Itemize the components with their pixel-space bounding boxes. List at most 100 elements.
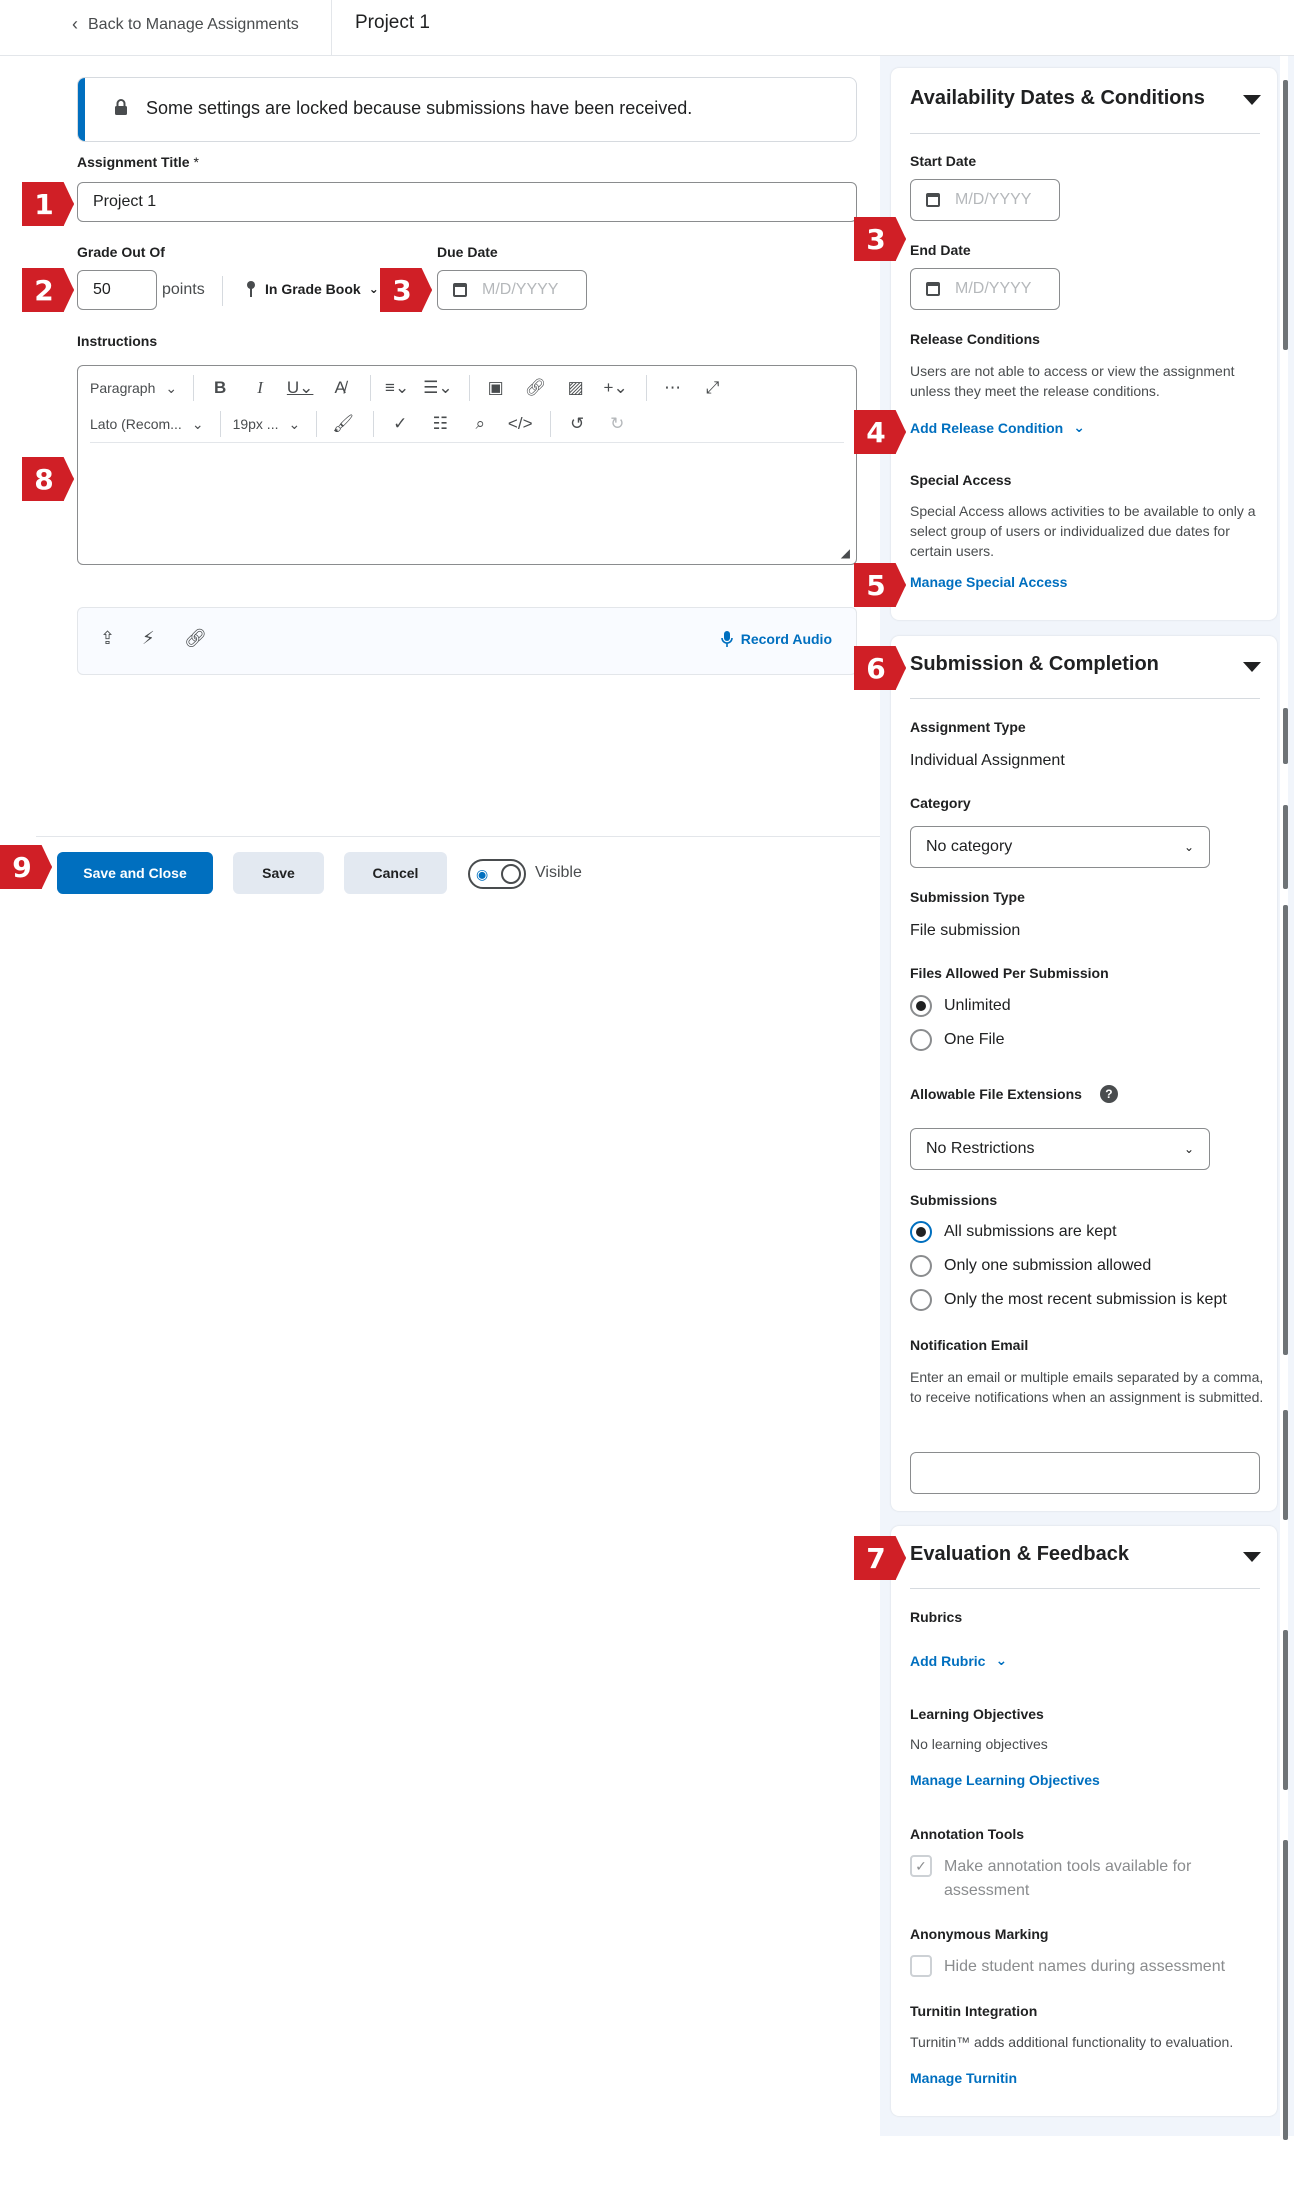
back-to-assignments-link[interactable]: ‹ Back to Manage Assignments bbox=[72, 14, 299, 35]
instructions-label: Instructions bbox=[77, 333, 158, 349]
category-select[interactable]: No category ⌄ bbox=[910, 826, 1210, 868]
italic-icon[interactable]: I bbox=[246, 374, 274, 402]
link-icon[interactable]: 🔗︎ bbox=[184, 628, 207, 649]
radio-button[interactable] bbox=[910, 1029, 932, 1051]
callout-badge-3b: 3 bbox=[854, 217, 906, 261]
grade-out-of-input[interactable]: 50 bbox=[77, 270, 157, 310]
submissions-option-all[interactable]: All submissions are kept bbox=[910, 1221, 1117, 1243]
chevron-down-icon: ⌄ bbox=[1073, 419, 1085, 435]
toolbar-separator bbox=[370, 375, 372, 401]
accessibility-checker-icon[interactable]: ✓ bbox=[386, 410, 414, 438]
radio-button[interactable] bbox=[910, 1255, 932, 1277]
assignment-type-value: Individual Assignment bbox=[910, 752, 1065, 769]
scroll-marker bbox=[1283, 1630, 1288, 1790]
upload-icon[interactable]: ⇪ bbox=[100, 628, 115, 649]
collapse-caret-icon[interactable] bbox=[1243, 95, 1261, 105]
word-count-icon[interactable]: ☷ bbox=[426, 410, 454, 438]
due-date-input[interactable]: M/D/YYYY bbox=[437, 270, 587, 310]
redo-icon[interactable]: ↻ bbox=[603, 410, 631, 438]
file-extensions-select[interactable]: No Restrictions ⌄ bbox=[910, 1128, 1210, 1170]
callout-badge-1: 1 bbox=[22, 182, 74, 226]
radio-button[interactable] bbox=[910, 1221, 932, 1243]
badge-number: 1 bbox=[34, 187, 54, 221]
paragraph-format-dropdown[interactable]: Paragraph ⌄ bbox=[90, 380, 177, 397]
chevron-down-icon: ⌄ bbox=[1183, 1142, 1194, 1156]
image-icon[interactable]: ▨ bbox=[562, 374, 590, 402]
radio-button[interactable] bbox=[910, 995, 932, 1017]
files-allowed-label: Files Allowed Per Submission bbox=[910, 965, 1109, 981]
submissions-option-one[interactable]: Only one submission allowed bbox=[910, 1255, 1151, 1277]
help-icon[interactable]: ? bbox=[1099, 1085, 1118, 1103]
files-option-one[interactable]: One File bbox=[910, 1029, 1004, 1051]
footer-divider bbox=[36, 836, 880, 837]
submissions-label: Submissions bbox=[910, 1192, 998, 1208]
underline-icon[interactable]: U⌄ bbox=[286, 374, 314, 402]
font-family-dropdown[interactable]: Lato (Recom... ⌄ bbox=[90, 416, 204, 433]
format-painter-icon[interactable]: 🖌︎ bbox=[329, 410, 357, 438]
collapse-caret-icon[interactable] bbox=[1243, 662, 1261, 672]
assignment-title-input[interactable]: Project 1 bbox=[77, 182, 857, 222]
manage-turnitin-link[interactable]: Manage Turnitin bbox=[910, 2070, 1017, 2086]
undo-icon[interactable]: ↺ bbox=[563, 410, 591, 438]
evaluation-title: Evaluation & Feedback bbox=[910, 1543, 1129, 1565]
end-date-input[interactable]: M/D/YYYY bbox=[910, 268, 1060, 310]
submissions-option-recent[interactable]: Only the most recent submission is kept bbox=[910, 1289, 1227, 1311]
chevron-left-icon: ‹ bbox=[72, 14, 78, 34]
anonymous-marking-option[interactable]: Hide student names during assessment bbox=[910, 1955, 1260, 1979]
callout-badge-5: 5 bbox=[854, 563, 906, 607]
record-audio-button[interactable]: Record Audio bbox=[720, 630, 832, 648]
due-date-label: Due Date bbox=[437, 244, 498, 260]
bold-icon[interactable]: B bbox=[206, 374, 234, 402]
learning-objectives-label: Learning Objectives bbox=[910, 1706, 1044, 1722]
insert-stuff-icon[interactable]: ▣ bbox=[482, 374, 510, 402]
check-icon[interactable]: ✓ bbox=[910, 1855, 932, 1877]
manage-special-access-link[interactable]: Manage Special Access bbox=[910, 574, 1067, 590]
allowable-extensions-text: Allowable File Extensions bbox=[910, 1086, 1082, 1102]
callout-badge-2: 2 bbox=[22, 268, 74, 312]
save-button[interactable]: Save bbox=[233, 852, 324, 894]
chevron-down-icon: ⌄ bbox=[191, 415, 204, 432]
notification-email-input[interactable] bbox=[910, 1452, 1260, 1494]
quicklink-icon[interactable]: ⚡ bbox=[142, 628, 155, 649]
source-code-icon[interactable]: </> bbox=[506, 410, 534, 438]
list-icon[interactable]: ☰⌄ bbox=[423, 374, 452, 402]
annotation-tools-label: Annotation Tools bbox=[910, 1826, 1025, 1842]
start-date-label: Start Date bbox=[910, 153, 977, 169]
points-unit: points bbox=[162, 281, 205, 298]
align-icon[interactable]: ≡⌄ bbox=[383, 374, 411, 402]
collapse-caret-icon[interactable] bbox=[1243, 1552, 1261, 1562]
scroll-thumb[interactable] bbox=[1283, 80, 1288, 350]
font-size-dropdown[interactable]: 19px ... ⌄ bbox=[233, 416, 301, 433]
preview-icon[interactable]: ⌕ bbox=[466, 410, 494, 438]
more-options-icon[interactable]: ⋯ bbox=[659, 374, 687, 402]
annotation-tools-option[interactable]: ✓ Make annotation tools available for as… bbox=[910, 1855, 1260, 1903]
strikethrough-icon[interactable]: A̸ bbox=[326, 374, 354, 402]
checkbox[interactable] bbox=[910, 1955, 932, 1977]
radio-button[interactable] bbox=[910, 1289, 932, 1311]
add-rubric-link[interactable]: Add Rubric ⌄ bbox=[910, 1652, 1007, 1669]
files-option-unlimited[interactable]: Unlimited bbox=[910, 995, 1011, 1017]
link-icon[interactable]: 🔗︎ bbox=[522, 374, 550, 402]
insert-more-icon[interactable]: +⌄ bbox=[602, 374, 630, 402]
instructions-editor[interactable]: Paragraph ⌄ B I U⌄ A̸ ≡⌄ ☰⌄ ▣ 🔗︎ ▨ +⌄ ⋯ ⤢… bbox=[77, 365, 857, 565]
resize-grip-icon[interactable]: ◢ bbox=[841, 546, 850, 560]
manage-learning-objectives-link[interactable]: Manage Learning Objectives bbox=[910, 1772, 1100, 1788]
editor-toolbar-row-2: Lato (Recom... ⌄ 19px ... ⌄ 🖌︎ ✓ ☷ ⌕ </> ↺… bbox=[90, 410, 643, 438]
toolbar-separator bbox=[193, 375, 195, 401]
required-mark: * bbox=[193, 154, 199, 170]
start-date-input[interactable]: M/D/YYYY bbox=[910, 179, 1060, 221]
add-release-condition-link[interactable]: Add Release Condition ⌄ bbox=[910, 419, 1085, 436]
grade-book-dropdown[interactable]: In Grade Book ⌄ bbox=[245, 280, 379, 298]
grade-value: 50 bbox=[93, 281, 111, 298]
visibility-toggle[interactable]: ◉ bbox=[468, 859, 526, 889]
submission-type-value: File submission bbox=[910, 922, 1021, 939]
callout-badge-8: 8 bbox=[22, 457, 74, 501]
fullscreen-icon[interactable]: ⤢ bbox=[699, 374, 727, 402]
release-conditions-label: Release Conditions bbox=[910, 331, 1040, 347]
grade-divider bbox=[222, 276, 223, 306]
cancel-button[interactable]: Cancel bbox=[344, 852, 447, 894]
save-and-close-button[interactable]: Save and Close bbox=[57, 852, 213, 894]
editor-toolbar-row-1: Paragraph ⌄ B I U⌄ A̸ ≡⌄ ☰⌄ ▣ 🔗︎ ▨ +⌄ ⋯ ⤢ bbox=[90, 374, 739, 402]
callout-badge-3: 3 bbox=[380, 268, 432, 312]
card-divider bbox=[910, 133, 1260, 134]
